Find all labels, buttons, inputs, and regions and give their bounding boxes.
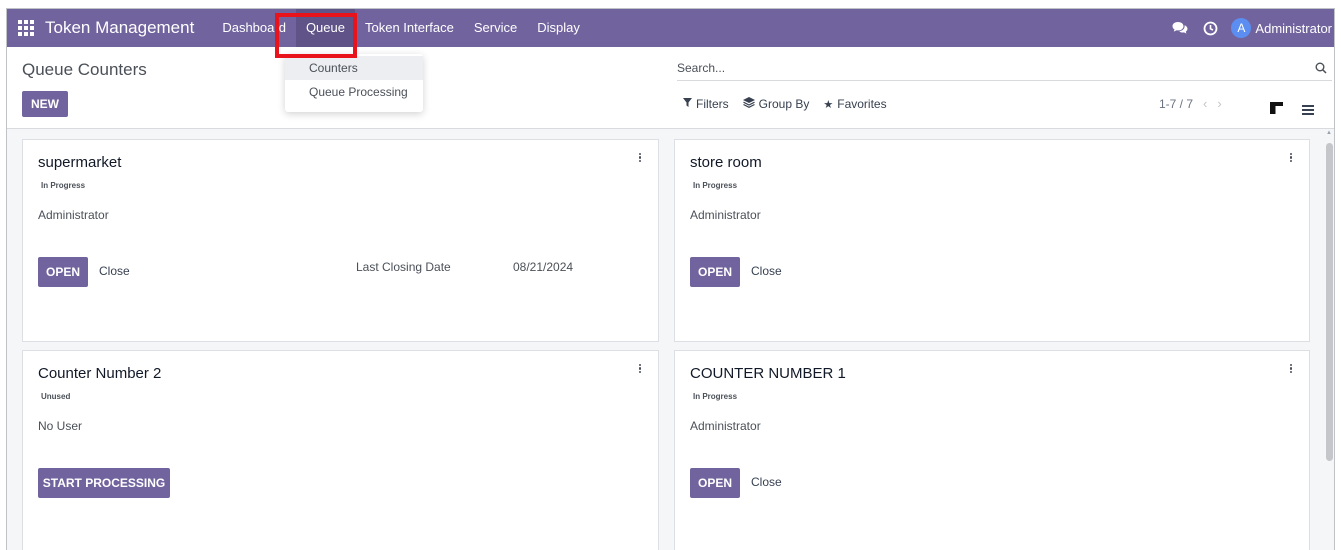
menu-item-counters[interactable]: Counters xyxy=(285,56,423,80)
group-by-label: Group By xyxy=(758,97,810,111)
open-button[interactable]: OPEN xyxy=(690,257,740,287)
start-processing-button[interactable]: START PROCESSING xyxy=(38,468,170,498)
app-brand[interactable]: Token Management xyxy=(45,18,194,38)
scroll-up-icon[interactable]: ▲ xyxy=(1326,130,1332,136)
search-input[interactable] xyxy=(677,60,1310,75)
page-title: Queue Counters xyxy=(22,60,147,79)
filter-icon xyxy=(683,98,692,110)
scrollbar-thumb[interactable] xyxy=(1326,143,1333,461)
nav-queue[interactable]: Queue xyxy=(295,9,355,47)
kebab-menu-icon[interactable] xyxy=(636,363,644,374)
favorites-button[interactable]: ★ Favorites xyxy=(823,97,886,111)
counter-card[interactable]: store room In Progress Administrator OPE… xyxy=(674,139,1310,342)
chevron-left-icon[interactable]: ‹ xyxy=(1203,96,1207,111)
queue-dropdown-menu: Counters Queue Processing xyxy=(285,54,423,112)
pager: 1-7 / 7 ‹ › xyxy=(1159,96,1222,111)
close-button[interactable]: Close xyxy=(751,264,782,278)
card-user: Administrator xyxy=(690,208,761,222)
card-title: supermarket xyxy=(38,154,122,171)
status-badge: Unused xyxy=(41,392,71,401)
group-by-button[interactable]: Group By xyxy=(742,97,810,111)
clock-icon[interactable] xyxy=(1195,9,1225,47)
search-icon[interactable] xyxy=(1310,62,1332,74)
close-button[interactable]: Close xyxy=(751,475,782,489)
card-title: store room xyxy=(690,154,762,171)
top-navbar: Token Management Dashboard Queue Token I… xyxy=(7,9,1334,47)
kebab-menu-icon[interactable] xyxy=(636,152,644,163)
kebab-menu-icon[interactable] xyxy=(1287,363,1295,374)
new-button[interactable]: NEW xyxy=(22,91,68,117)
card-user: Administrator xyxy=(38,208,109,222)
filters-button[interactable]: Filters xyxy=(683,97,729,111)
nav-token-interface[interactable]: Token Interface xyxy=(355,9,464,47)
pager-value[interactable]: 1-7 / 7 xyxy=(1159,97,1193,111)
last-closing-date-value: 08/21/2024 xyxy=(513,260,574,274)
counter-card[interactable]: COUNTER NUMBER 1 In Progress Administrat… xyxy=(674,350,1310,550)
app-window: Token Management Dashboard Queue Token I… xyxy=(6,8,1335,550)
card-title: COUNTER NUMBER 1 xyxy=(690,365,846,382)
card-user: No User xyxy=(38,419,83,433)
search-options: Filters Group By ★ Favorites xyxy=(683,97,901,111)
kanban-view-icon[interactable] xyxy=(1270,101,1283,119)
navbar-right: A Administrator xyxy=(1165,9,1334,47)
nav-dashboard[interactable]: Dashboard xyxy=(212,9,296,47)
user-avatar[interactable]: A xyxy=(1231,18,1252,38)
control-panel: Queue Counters NEW Filters Group By xyxy=(7,47,1334,129)
favorites-label: Favorites xyxy=(837,97,887,111)
nav-service[interactable]: Service xyxy=(464,9,527,47)
last-closing-date-label: Last Closing Date xyxy=(356,260,451,274)
status-badge: In Progress xyxy=(693,181,738,190)
vertical-scrollbar[interactable] xyxy=(1326,139,1333,550)
apps-grid-icon[interactable] xyxy=(7,9,45,47)
chevron-right-icon[interactable]: › xyxy=(1217,96,1221,111)
close-button[interactable]: Close xyxy=(99,264,130,278)
star-icon: ★ xyxy=(823,98,834,111)
list-view-icon[interactable] xyxy=(1302,102,1314,120)
layers-icon xyxy=(742,97,755,111)
open-button[interactable]: OPEN xyxy=(38,257,88,287)
card-title: Counter Number 2 xyxy=(38,365,162,382)
filters-label: Filters xyxy=(696,97,729,111)
status-badge: In Progress xyxy=(41,181,86,190)
counter-card[interactable]: Counter Number 2 Unused No User START PR… xyxy=(22,350,659,550)
open-button[interactable]: OPEN xyxy=(690,468,740,498)
menu-item-queue-processing[interactable]: Queue Processing xyxy=(285,80,423,104)
user-menu[interactable]: Administrator xyxy=(1255,21,1334,36)
counter-card[interactable]: supermarket In Progress Administrator OP… xyxy=(22,139,659,342)
nav-display[interactable]: Display xyxy=(527,9,590,47)
card-user: Administrator xyxy=(690,419,761,433)
kebab-menu-icon[interactable] xyxy=(1287,152,1295,163)
search-bar xyxy=(677,55,1332,81)
status-badge: In Progress xyxy=(693,392,738,401)
chat-icon[interactable] xyxy=(1165,9,1195,47)
